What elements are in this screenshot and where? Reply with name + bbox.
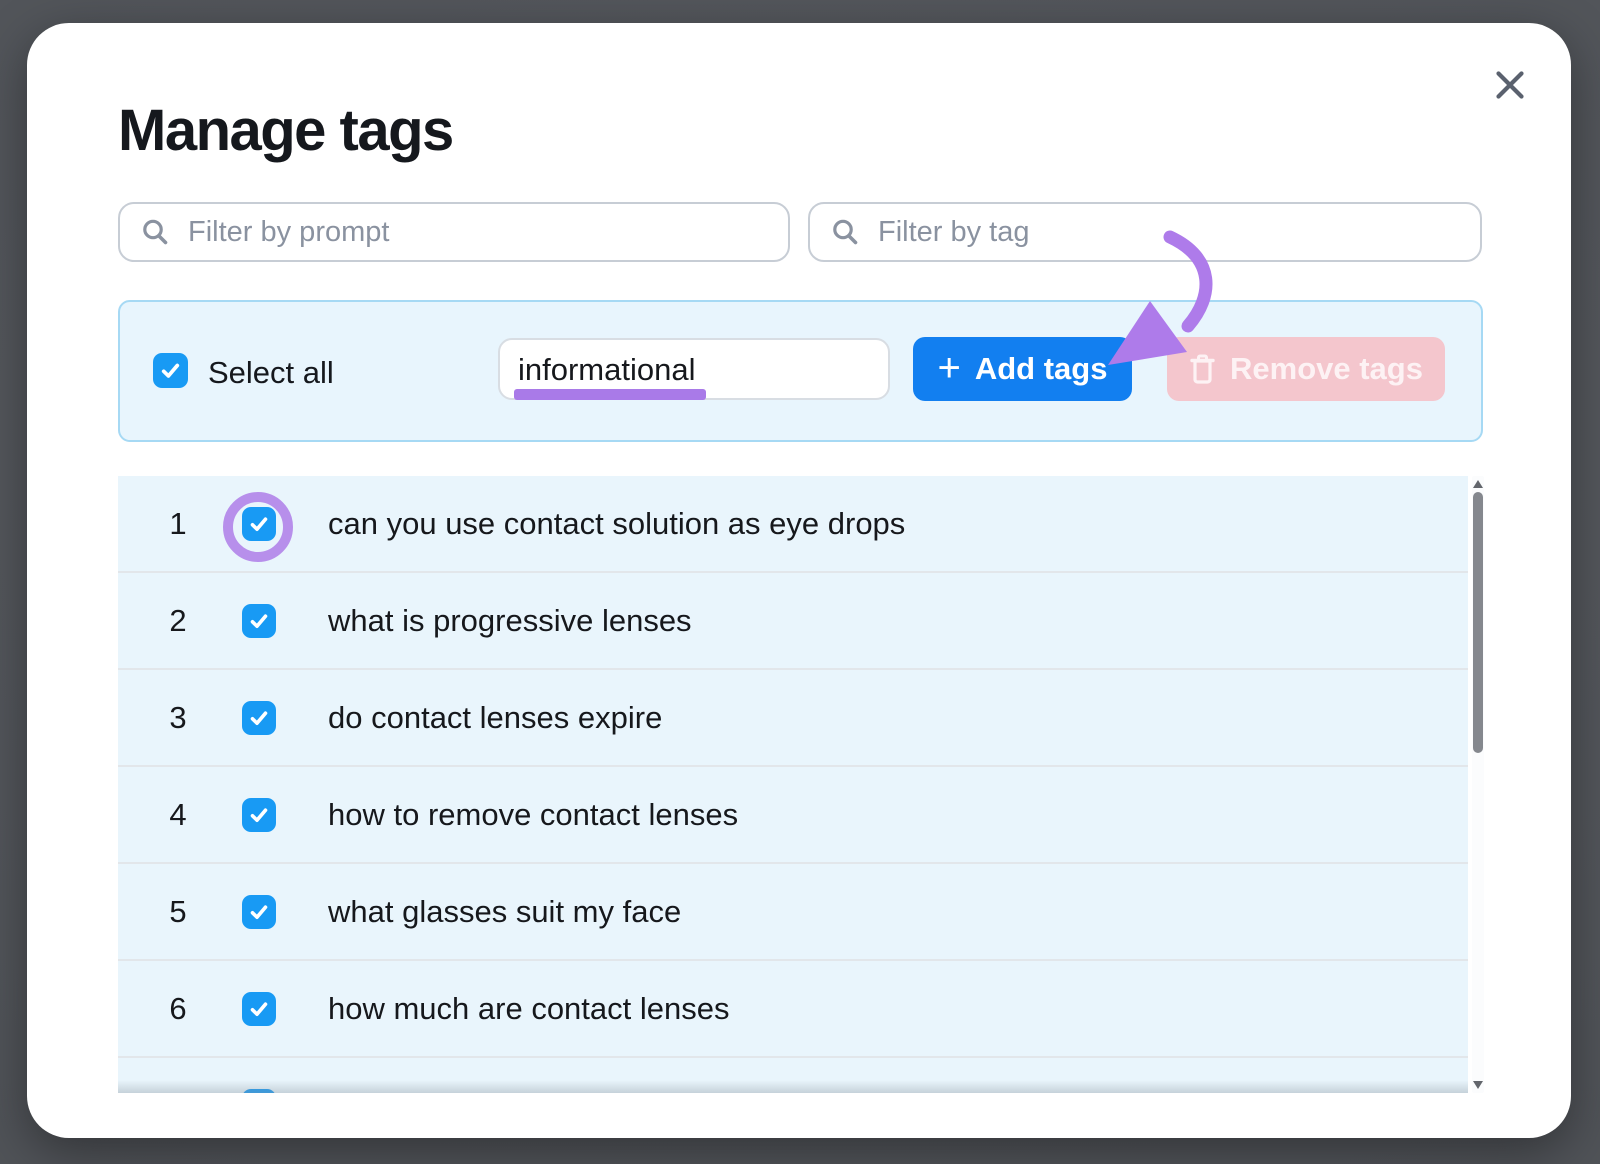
prompts-rows-viewport: 1 can you use contact solution as eye dr… bbox=[118, 476, 1468, 1093]
table-row: 6 how much are contact lenses bbox=[118, 961, 1468, 1058]
remove-tags-label: Remove tags bbox=[1230, 351, 1423, 387]
remove-tags-button[interactable]: Remove tags bbox=[1167, 337, 1445, 401]
table-row: 5 what glasses suit my face bbox=[118, 864, 1468, 961]
scrollbar-down-arrow[interactable] bbox=[1473, 1081, 1483, 1089]
tag-name-input[interactable] bbox=[516, 346, 876, 394]
check-icon bbox=[247, 609, 271, 633]
purple-underline-annotation bbox=[514, 389, 706, 400]
row-checkbox[interactable] bbox=[242, 798, 276, 832]
select-all-label: Select all bbox=[208, 355, 334, 390]
row-number: 2 bbox=[148, 603, 208, 639]
add-tags-button[interactable]: + Add tags bbox=[913, 337, 1132, 401]
search-icon bbox=[140, 217, 170, 247]
manage-tags-modal: Manage tags bbox=[27, 23, 1571, 1138]
scrollbar-thumb[interactable] bbox=[1473, 492, 1483, 753]
check-icon bbox=[247, 512, 271, 536]
check-icon bbox=[247, 997, 271, 1021]
plus-icon: + bbox=[938, 348, 961, 388]
row-number: 7 bbox=[148, 1088, 208, 1094]
add-tags-label: Add tags bbox=[975, 351, 1108, 387]
row-prompt-text: what is progressive lenses bbox=[328, 603, 692, 639]
row-checkbox[interactable] bbox=[242, 507, 276, 541]
filter-by-prompt-input[interactable] bbox=[186, 215, 788, 250]
row-checkbox[interactable] bbox=[242, 701, 276, 735]
close-icon bbox=[1487, 62, 1533, 111]
row-number: 5 bbox=[148, 894, 208, 930]
row-number: 3 bbox=[148, 700, 208, 736]
row-prompt-text: do contact lenses expire bbox=[328, 700, 662, 736]
table-row: 2 what is progressive lenses bbox=[118, 573, 1468, 670]
row-number: 6 bbox=[148, 991, 208, 1027]
bulk-actions-toolbar: Select all + Add tags Remove tags bbox=[118, 300, 1483, 442]
row-checkbox[interactable] bbox=[242, 895, 276, 929]
page-title: Manage tags bbox=[118, 99, 453, 163]
row-prompt-text: can you use contact solution as eye drop… bbox=[328, 506, 905, 542]
tag-name-field bbox=[498, 338, 890, 400]
check-icon bbox=[247, 803, 271, 827]
check-icon bbox=[158, 358, 183, 383]
select-all-checkbox[interactable] bbox=[153, 353, 188, 388]
row-checkbox[interactable] bbox=[242, 604, 276, 638]
filter-by-tag-field bbox=[808, 202, 1482, 262]
row-checkbox[interactable] bbox=[242, 992, 276, 1026]
table-row: 3 do contact lenses expire bbox=[118, 670, 1468, 767]
table-row: 7 bbox=[118, 1058, 1468, 1093]
close-button[interactable] bbox=[1483, 59, 1537, 113]
filter-by-tag-input[interactable] bbox=[876, 215, 1480, 250]
list-scrollbar[interactable] bbox=[1472, 476, 1484, 1093]
check-icon bbox=[247, 900, 271, 924]
trash-icon bbox=[1189, 353, 1216, 385]
scrollbar-up-arrow[interactable] bbox=[1473, 480, 1483, 488]
table-row: 4 how to remove contact lenses bbox=[118, 767, 1468, 864]
filter-by-prompt-field bbox=[118, 202, 790, 262]
row-prompt-text: how to remove contact lenses bbox=[328, 797, 738, 833]
row-prompt-text: what glasses suit my face bbox=[328, 894, 681, 930]
table-row: 1 can you use contact solution as eye dr… bbox=[118, 476, 1468, 573]
prompts-list: 1 can you use contact solution as eye dr… bbox=[118, 476, 1482, 1093]
row-number: 1 bbox=[148, 506, 208, 542]
check-icon bbox=[247, 706, 271, 730]
row-number: 4 bbox=[148, 797, 208, 833]
search-icon bbox=[830, 217, 860, 247]
row-prompt-text: how much are contact lenses bbox=[328, 991, 730, 1027]
row-checkbox[interactable] bbox=[242, 1089, 276, 1094]
